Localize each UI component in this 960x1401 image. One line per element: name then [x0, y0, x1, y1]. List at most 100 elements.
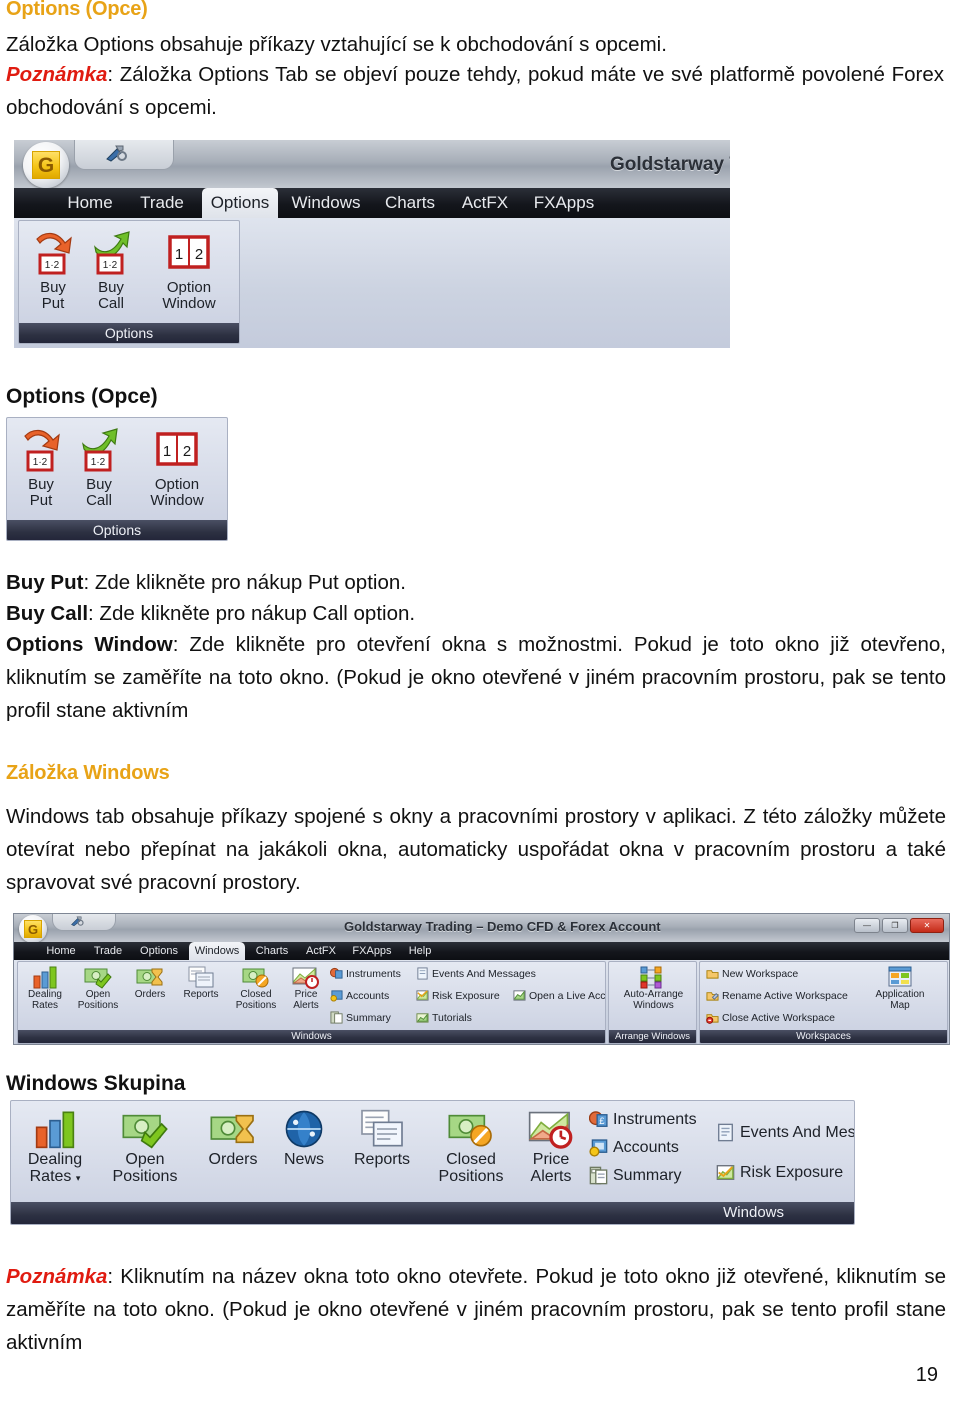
tab-fxapps[interactable]: FXApps — [524, 188, 604, 218]
open-positions-button-2[interactable]: Open Positions — [99, 1109, 191, 1186]
summary-item-2[interactable]: Summary — [589, 1166, 681, 1185]
tab-actfx[interactable]: ActFX — [299, 942, 343, 960]
orders-button[interactable]: Orders — [127, 965, 173, 1001]
quick-access-toolbar[interactable] — [74, 140, 174, 170]
tab-trade[interactable]: Trade — [129, 188, 195, 218]
close-workspace-label: Close Active Workspace — [722, 1011, 836, 1024]
auto-arrange-windows-button[interactable]: Auto-Arrange Windows — [611, 965, 696, 1011]
reports-button-2[interactable]: Reports — [339, 1109, 425, 1169]
closed-positions-line1: Closed — [446, 1151, 496, 1168]
option-window-button[interactable]: 1 2 Option Window — [143, 229, 235, 312]
screenshot-windows-group: Dealing Rates ▾ Open Positions Orders Ne… — [10, 1100, 855, 1225]
dealing-rates-line1: Dealing — [28, 989, 62, 1000]
ribbon-group-title-arrange: Arrange Windows — [609, 1030, 696, 1043]
dealing-rates-button-2[interactable]: Dealing Rates ▾ — [17, 1109, 93, 1186]
closed-positions-button-2[interactable]: Closed Positions — [425, 1109, 517, 1186]
maximize-button[interactable]: ❐ — [882, 918, 908, 933]
app-logo-button[interactable]: G — [23, 142, 69, 188]
svg-text:1: 1 — [163, 443, 171, 460]
window-controls[interactable]: — ❐ ✕ — [854, 918, 944, 933]
tab-windows[interactable]: Windows — [284, 188, 368, 218]
quick-access-toolbar[interactable] — [52, 914, 116, 931]
tab-trade[interactable]: Trade — [86, 942, 130, 960]
rename-workspace-item[interactable]: Rename Active Workspace — [706, 989, 848, 1002]
tab-options[interactable]: Options — [202, 188, 278, 218]
ribbon-group-workspaces: New Workspace Rename Active Workspace Cl… — [699, 961, 948, 1044]
tab-charts[interactable]: Charts — [374, 188, 446, 218]
new-workspace-label: New Workspace — [722, 967, 799, 980]
events-label: Events And Messages — [432, 967, 536, 980]
reports-button[interactable]: Reports — [175, 965, 227, 1001]
option-window-label-line2: Window — [162, 294, 216, 312]
tab-options[interactable]: Options — [133, 942, 185, 960]
application-map-button[interactable]: Application Map — [863, 965, 937, 1011]
close-workspace-item[interactable]: Close Active Workspace — [706, 1011, 835, 1024]
risk-exposure-icon — [416, 990, 429, 1001]
tab-windows[interactable]: Windows — [189, 942, 245, 960]
orders-line1: Orders — [134, 989, 166, 1000]
auto-arrange-line1: Auto-Arrange — [623, 989, 684, 1000]
chevron-down-icon: ▾ — [75, 1172, 81, 1183]
summary-icon — [330, 1011, 343, 1024]
tab-home[interactable]: Home — [39, 942, 83, 960]
dealing-rates-button[interactable]: Dealing Rates — [21, 965, 69, 1011]
accounts-icon — [589, 1139, 608, 1157]
orders-button-2[interactable]: Orders — [197, 1109, 269, 1169]
tab-charts[interactable]: Charts — [250, 942, 294, 960]
closed-positions-button[interactable]: Closed Positions — [229, 965, 283, 1011]
orders-icon — [210, 1114, 254, 1144]
buy-call-label-line1: Buy — [86, 476, 112, 493]
tutorials-item[interactable]: Tutorials — [416, 1011, 472, 1024]
buy-put-button-2[interactable]: 1·2 Buy Put — [11, 426, 71, 509]
open-live-account-item[interactable]: Open a Live Account — [513, 989, 605, 1002]
events-icon — [417, 967, 428, 980]
buy-call-button-2[interactable]: 1·2 Buy Call — [69, 426, 129, 509]
buy-call-label-line2: Call — [86, 491, 112, 509]
option-window-button-2[interactable]: 1 2 Option Window — [131, 426, 223, 509]
summary-item[interactable]: Summary — [330, 1011, 391, 1024]
options-window-description: Options Window: Zde klikněte pro otevřen… — [6, 628, 946, 727]
buy-put-label-line2: Put — [29, 491, 53, 509]
instruments-item-2[interactable]: £ Instruments — [589, 1110, 697, 1129]
ribbon-body: 1·2 Buy Put 1·2 Buy Call 1 2 Option Wind… — [14, 218, 730, 348]
instruments-item[interactable]: Instruments — [330, 967, 401, 980]
open-positions-button[interactable]: Open Positions — [71, 965, 125, 1011]
live-account-icon — [513, 990, 526, 1001]
reports-icon — [188, 966, 214, 988]
new-workspace-item[interactable]: New Workspace — [706, 967, 798, 980]
accounts-item[interactable]: Accounts — [330, 989, 389, 1002]
logo-letter: G — [32, 151, 60, 179]
price-alerts-button[interactable]: Price Alerts — [285, 965, 327, 1011]
app-logo-button[interactable]: G — [19, 915, 47, 943]
price-alerts-line2: Alerts — [530, 1167, 572, 1185]
accounts-label: Accounts — [346, 989, 390, 1002]
risk-exposure-item[interactable]: Risk Exposure — [416, 989, 500, 1002]
open-positions-line2: Positions — [77, 999, 119, 1011]
tab-home[interactable]: Home — [57, 188, 123, 218]
orders-icon — [136, 968, 163, 986]
buy-put-text: : Zde klikněte pro nákup Put option. — [83, 571, 406, 594]
price-alerts-button-2[interactable]: Price Alerts — [519, 1109, 583, 1186]
dealing-rates-line1: Dealing — [27, 1151, 83, 1168]
buy-call-button[interactable]: 1·2 Buy Call — [81, 229, 141, 312]
option-window-label-line1: Option — [154, 476, 200, 493]
events-and-messages-item[interactable]: Events And Messages — [416, 967, 536, 980]
svg-text:2: 2 — [195, 246, 203, 263]
buy-put-button[interactable]: 1·2 Buy Put — [23, 229, 83, 312]
svg-text:1·2: 1·2 — [103, 260, 118, 271]
buy-call-description: Buy Call: Zde klikněte pro nákup Call op… — [6, 597, 936, 630]
events-and-messages-item-2[interactable]: Events And Messages — [716, 1123, 854, 1142]
tab-help[interactable]: Help — [402, 942, 438, 960]
tab-actfx[interactable]: ActFX — [452, 188, 518, 218]
news-button[interactable]: News — [269, 1109, 339, 1169]
application-map-line2: Map — [890, 999, 910, 1011]
summary-icon — [589, 1166, 608, 1185]
close-button[interactable]: ✕ — [910, 918, 944, 933]
reports-line1: Reports — [183, 989, 219, 1000]
tab-fxapps[interactable]: FXApps — [347, 942, 397, 960]
risk-exposure-item-2[interactable]: Risk Exposure — [716, 1163, 843, 1182]
open-positions-line1: Open — [85, 989, 111, 1000]
minimize-button[interactable]: — — [854, 918, 880, 933]
accounts-item-2[interactable]: Accounts — [589, 1138, 679, 1157]
screenshot-windows-ribbon: Goldstarway Trading – Demo CFD & Forex A… — [13, 913, 950, 1045]
